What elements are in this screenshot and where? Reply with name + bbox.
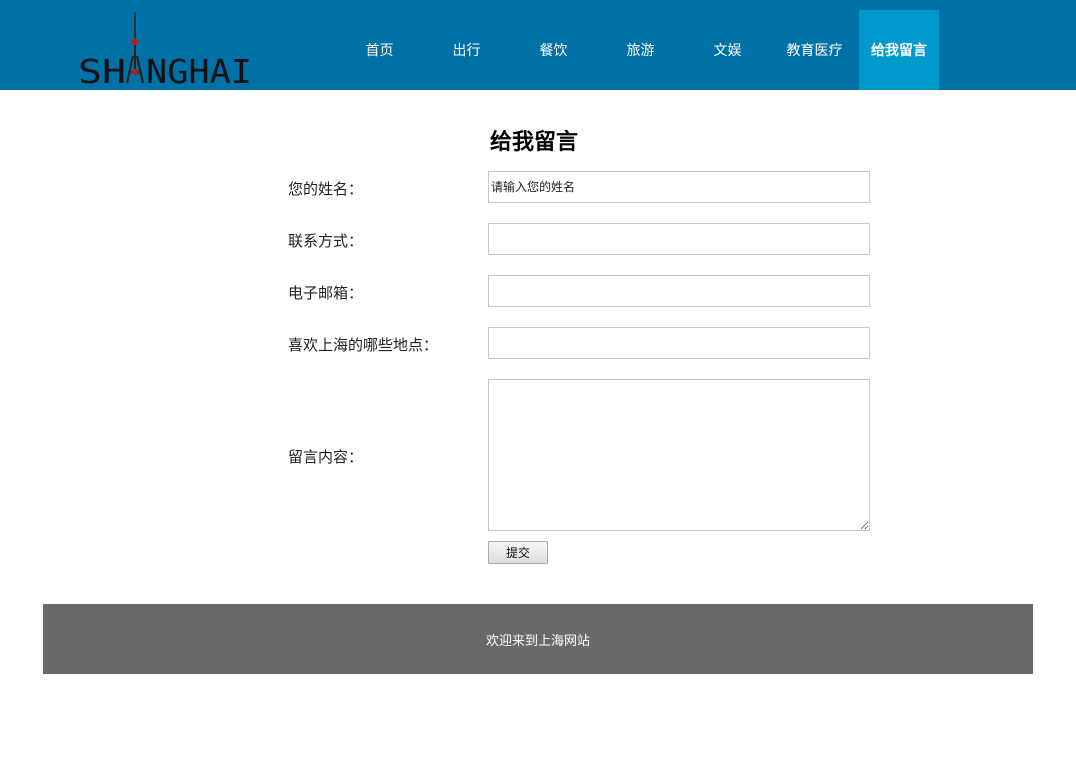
email-label: 电子邮箱：	[288, 284, 364, 302]
nav-education-medical[interactable]: 教育医疗	[771, 10, 858, 90]
submit-button[interactable]: 提交	[488, 541, 548, 564]
svg-text:SH: SH	[78, 52, 126, 86]
nav-tourism[interactable]: 旅游	[597, 10, 684, 90]
nav-transport[interactable]: 出行	[423, 10, 510, 90]
email-input[interactable]	[488, 275, 870, 307]
svg-text:NGHAI: NGHAI	[146, 52, 252, 86]
nav-entertainment[interactable]: 文娱	[684, 10, 771, 90]
nav-leave-message[interactable]: 给我留言	[859, 10, 939, 90]
site-footer: 欢迎来到上海网站	[43, 604, 1033, 674]
form-title: 给我留言	[490, 130, 579, 155]
contact-input[interactable]	[488, 223, 870, 255]
nav-home[interactable]: 首页	[336, 10, 423, 90]
name-label: 您的姓名：	[288, 180, 364, 198]
favorite-places-input[interactable]	[488, 327, 870, 359]
favorite-places-label: 喜欢上海的哪些地点：	[288, 336, 439, 354]
message-textarea[interactable]	[488, 379, 870, 531]
contact-label: 联系方式：	[288, 232, 364, 250]
site-header: SH NGHAI 首页 出行 餐饮 旅游 文娱 教育医疗 给我留言	[0, 0, 1076, 90]
footer-text: 欢迎来到上海网站	[485, 633, 590, 649]
nav-dining[interactable]: 餐饮	[510, 10, 597, 90]
main-nav: 首页 出行 餐饮 旅游 文娱 教育医疗 给我留言	[336, 10, 939, 90]
name-input[interactable]	[488, 171, 870, 203]
shanghai-logo[interactable]: SH NGHAI	[76, 10, 256, 86]
message-label: 留言内容：	[288, 448, 364, 466]
